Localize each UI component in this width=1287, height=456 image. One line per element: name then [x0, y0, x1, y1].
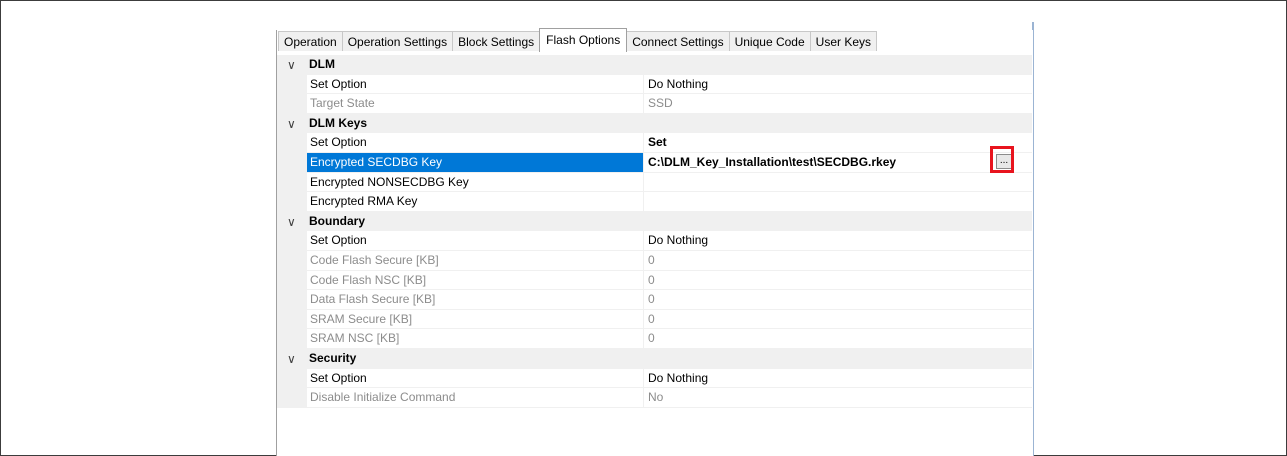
- property-name: SRAM NSC [KB]: [307, 329, 644, 348]
- chevron-down-icon[interactable]: ∨: [287, 350, 296, 368]
- row-gutter: [277, 231, 307, 250]
- property-row-dlm-keys-set-option[interactable]: Set Option Set: [277, 133, 1032, 153]
- property-value[interactable]: Do Nothing: [648, 231, 708, 250]
- property-row-code-flash-secure[interactable]: Code Flash Secure [KB] 0: [277, 250, 1032, 271]
- property-row-security-set-option[interactable]: Set Option Do Nothing: [277, 368, 1032, 389]
- property-name: Set Option: [307, 231, 644, 250]
- property-name: Encrypted NONSECDBG Key: [307, 172, 644, 192]
- callout-highlight-box: [990, 146, 1014, 173]
- row-gutter: [277, 172, 307, 192]
- property-row-encrypted-nonsecdbg-key[interactable]: Encrypted NONSECDBG Key: [277, 172, 1032, 193]
- row-gutter: [277, 192, 307, 211]
- row-gutter: [277, 250, 307, 270]
- property-name: Set Option: [307, 74, 644, 94]
- property-name: Code Flash Secure [KB]: [307, 250, 644, 270]
- property-value[interactable]: Set: [648, 133, 667, 152]
- property-value[interactable]: C:\DLM_Key_Installation\test\SECDBG.rkey: [648, 153, 896, 172]
- property-name: Target State: [307, 94, 644, 113]
- row-gutter: [277, 368, 307, 388]
- chevron-down-icon[interactable]: ∨: [287, 213, 296, 231]
- category-dlm[interactable]: ∨ DLM: [277, 55, 1032, 75]
- property-value: 0: [648, 252, 655, 267]
- property-row-target-state[interactable]: Target State SSD: [277, 94, 1032, 114]
- property-name: Data Flash Secure [KB]: [307, 290, 644, 309]
- property-row-boundary-set-option[interactable]: Set Option Do Nothing: [277, 231, 1032, 251]
- row-gutter: [277, 329, 307, 348]
- property-name: Set Option: [307, 133, 644, 152]
- tab-block-settings[interactable]: Block Settings: [452, 31, 541, 51]
- category-label: Security: [309, 350, 357, 365]
- property-name-selected: Encrypted SECDBG Key: [307, 152, 644, 172]
- property-value[interactable]: Do Nothing: [648, 369, 708, 388]
- row-gutter: [277, 388, 307, 407]
- tab-operation[interactable]: Operation: [278, 31, 343, 51]
- category-boundary[interactable]: ∨ Boundary: [277, 211, 1032, 232]
- row-gutter: [277, 74, 307, 94]
- property-row-encrypted-rma-key[interactable]: Encrypted RMA Key: [277, 192, 1032, 212]
- row-gutter: [277, 133, 307, 152]
- property-row-sram-nsc[interactable]: SRAM NSC [KB] 0: [277, 329, 1032, 349]
- row-gutter: [277, 270, 307, 290]
- tab-strip: Operation Operation Settings Block Setti…: [278, 28, 878, 52]
- property-value: 0: [648, 292, 655, 307]
- property-value: SSD: [648, 96, 673, 111]
- category-security[interactable]: ∨ Security: [277, 348, 1032, 369]
- category-dlm-keys[interactable]: ∨ DLM Keys: [277, 113, 1032, 134]
- category-label: Boundary: [309, 213, 366, 228]
- tab-flash-options[interactable]: Flash Options: [539, 28, 628, 52]
- property-name: Set Option: [307, 368, 644, 388]
- category-label: DLM: [309, 57, 335, 71]
- row-gutter: [277, 290, 307, 309]
- property-value: No: [648, 390, 664, 405]
- row-gutter: [277, 309, 307, 329]
- property-name: Encrypted RMA Key: [307, 192, 644, 211]
- property-name: SRAM Secure [KB]: [307, 309, 644, 329]
- property-row-data-flash-secure[interactable]: Data Flash Secure [KB] 0: [277, 290, 1032, 310]
- property-value[interactable]: Do Nothing: [648, 75, 708, 94]
- tab-unique-code[interactable]: Unique Code: [728, 31, 811, 51]
- tab-operation-settings[interactable]: Operation Settings: [341, 31, 454, 51]
- chevron-down-icon[interactable]: ∨: [287, 56, 296, 74]
- category-label: DLM Keys: [309, 115, 368, 130]
- property-row-code-flash-nsc[interactable]: Code Flash NSC [KB] 0: [277, 270, 1032, 291]
- tab-user-keys[interactable]: User Keys: [809, 31, 878, 51]
- property-name: Disable Initialize Command: [307, 388, 644, 407]
- property-value: 0: [648, 311, 655, 326]
- row-gutter: [277, 94, 307, 113]
- chevron-down-icon[interactable]: ∨: [287, 115, 296, 133]
- property-name: Code Flash NSC [KB]: [307, 270, 644, 290]
- property-row-encrypted-secdbg-key[interactable]: Encrypted SECDBG Key C:\DLM_Key_Installa…: [277, 152, 1032, 173]
- property-value: 0: [648, 331, 655, 346]
- property-grid: ∨ DLM Set Option Do Nothing Target State…: [277, 55, 1032, 408]
- row-gutter: [277, 152, 307, 172]
- property-row-disable-initialize-command[interactable]: Disable Initialize Command No: [277, 388, 1032, 408]
- property-row-sram-secure[interactable]: SRAM Secure [KB] 0: [277, 309, 1032, 330]
- property-row-dlm-set-option[interactable]: Set Option Do Nothing: [277, 74, 1032, 95]
- property-value: 0: [648, 272, 655, 287]
- tab-connect-settings[interactable]: Connect Settings: [626, 31, 730, 51]
